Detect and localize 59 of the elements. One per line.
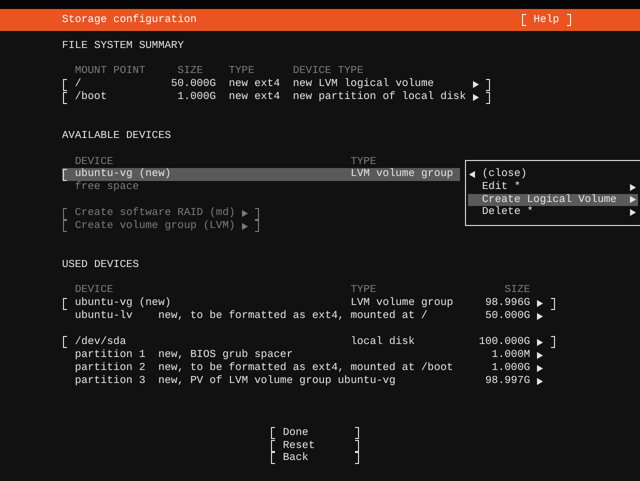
table-cell-text: local disk bbox=[350, 336, 416, 349]
table-cell-text: LVM volume group bbox=[350, 168, 454, 182]
table-cell-text: partition 2 bbox=[74, 362, 146, 375]
column-header: TYPE bbox=[350, 284, 376, 298]
table-cell-text: new LVM logical volume bbox=[292, 78, 435, 91]
section-heading: USED DEVICES bbox=[62, 258, 139, 272]
footer-button[interactable]: Back bbox=[270, 452, 360, 465]
table-cell-text: ubuntu-vg (new) bbox=[74, 168, 172, 181]
menu-item[interactable]: Delete * bbox=[468, 206, 638, 220]
table-cell-text: /boot bbox=[74, 91, 108, 104]
menu-item[interactable]: Create Logical Volume bbox=[468, 194, 638, 206]
table-cell-text: partition 1 bbox=[74, 348, 146, 362]
bracket-icon bbox=[63, 168, 68, 181]
table-cell-text: / bbox=[74, 78, 82, 91]
window-title: Storage configuration bbox=[62, 14, 197, 26]
table-cell-text: 98.996G bbox=[484, 297, 530, 310]
table-cell-text: 1.000G bbox=[176, 91, 216, 104]
table-cell-text: new, to be formatted as ext4, mounted at /boot bbox=[158, 362, 454, 375]
help-button[interactable]: Help bbox=[520, 14, 572, 26]
table-cell-text: new, to be formatted as ext4, mounted at / bbox=[158, 310, 429, 324]
table-cell-text: new ext4 bbox=[228, 91, 282, 104]
column-header: SIZE bbox=[504, 284, 530, 298]
table-cell-text: 1.000G bbox=[490, 362, 530, 375]
device-row[interactable]: ubuntu-vg (new) LVM volume group bbox=[62, 168, 460, 182]
section-heading: FILE SYSTEM SUMMARY bbox=[62, 40, 184, 52]
menu-item[interactable]: (close) bbox=[468, 168, 638, 181]
table-cell-text: 98.997G bbox=[484, 374, 530, 388]
column-header: TYPE bbox=[350, 156, 376, 168]
footer-button[interactable]: Reset bbox=[270, 439, 360, 452]
column-header: DEVICE bbox=[74, 156, 114, 168]
column-header: DEVICE bbox=[74, 284, 114, 297]
column-header: SIZE bbox=[176, 65, 204, 78]
menu-item[interactable]: Edit * bbox=[468, 180, 638, 194]
bracket-icon bbox=[522, 14, 526, 26]
bracket-icon bbox=[63, 298, 68, 310]
table-cell-text: new, PV of LVM volume group ubuntu-vg bbox=[158, 374, 396, 388]
column-header: TYPE bbox=[228, 65, 255, 78]
table-cell-text: LVM volume group bbox=[350, 297, 454, 310]
footer-button[interactable]: Done bbox=[270, 426, 360, 440]
back-arrow-icon bbox=[469, 170, 475, 178]
bracket-icon bbox=[550, 336, 555, 348]
column-header: DEVICE TYPE bbox=[292, 65, 364, 78]
bracket-icon bbox=[566, 14, 571, 26]
table-cell-text: partition 3 bbox=[74, 374, 146, 388]
section-heading: AVAILABLE DEVICES bbox=[62, 130, 172, 143]
table-cell-text: ubuntu-vg (new) bbox=[74, 297, 172, 310]
bracket-icon bbox=[550, 298, 555, 310]
table-cell-text: 50.000G bbox=[170, 78, 216, 92]
table-cell-text: 1.000M bbox=[490, 348, 530, 362]
table-cell: free space bbox=[74, 181, 139, 194]
table-cell-text: new ext4 bbox=[228, 78, 282, 92]
table-cell-text: ubuntu-lv bbox=[74, 310, 134, 324]
table-cell-text: 100.000G bbox=[478, 336, 530, 349]
table-cell-text: /dev/sda bbox=[74, 336, 128, 349]
bracket-icon bbox=[63, 336, 68, 348]
column-header: MOUNT POINT bbox=[74, 65, 146, 78]
table-cell-text: new, BIOS grub spacer bbox=[158, 348, 294, 362]
table-cell: new partition of local disk bbox=[292, 91, 466, 104]
table-cell-text: 50.000G bbox=[484, 310, 530, 324]
